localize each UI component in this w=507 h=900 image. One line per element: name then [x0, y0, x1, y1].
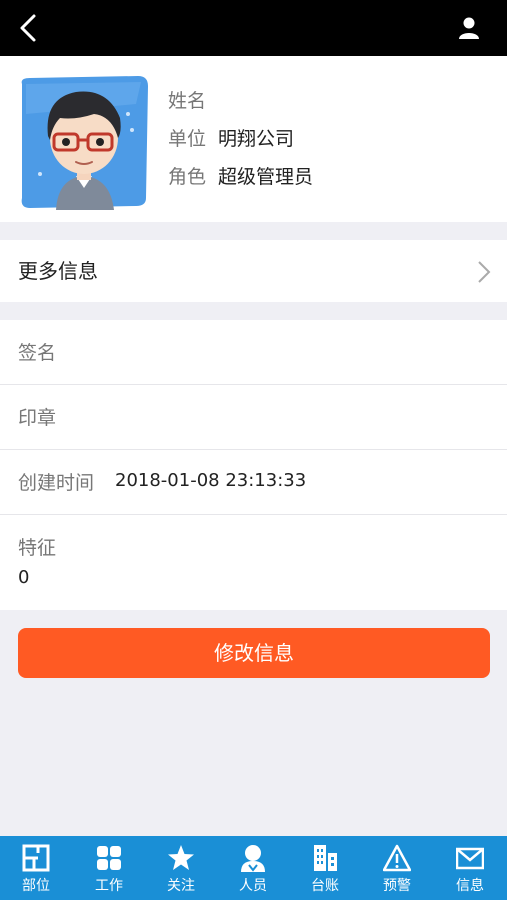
tab-messages[interactable]: 信息: [434, 836, 506, 900]
tab-label: 预警: [383, 878, 411, 894]
edit-info-button[interactable]: 修改信息: [18, 628, 490, 678]
tab-work[interactable]: 工作: [73, 836, 145, 900]
chevron-left-icon[interactable]: [14, 12, 44, 44]
stamp-row: 印章: [0, 385, 507, 450]
signature-label: 签名: [18, 342, 57, 364]
info-list: 签名 印章 创建时间 2018-01-08 23:13:33 特征 0: [0, 320, 507, 610]
feature-row: 特征 0: [0, 515, 507, 610]
created-time-row: 创建时间 2018-01-08 23:13:33: [0, 450, 507, 515]
tab-location[interactable]: 部位: [0, 836, 72, 900]
role-label: 角色: [168, 166, 207, 188]
tab-label: 部位: [22, 878, 50, 894]
unit-label: 单位: [168, 128, 207, 150]
tab-label: 信息: [456, 878, 484, 894]
person-icon[interactable]: [457, 16, 481, 40]
floorplan-icon: [22, 844, 50, 872]
tab-label: 人员: [239, 878, 267, 894]
feature-value: 0: [18, 567, 30, 588]
grid-icon: [97, 846, 121, 870]
more-info-label: 更多信息: [18, 259, 98, 283]
bottom-tab-bar: 部位 工作 关注 人员 台账 预警 信息: [0, 836, 507, 900]
star-icon: [168, 845, 194, 870]
name-label: 姓名: [168, 90, 207, 112]
warning-icon: [383, 844, 411, 872]
created-time-label: 创建时间: [18, 472, 95, 494]
unit-row: 单位 明翔公司: [168, 124, 294, 154]
stamp-label: 印章: [18, 407, 57, 429]
tab-label: 工作: [95, 878, 123, 894]
person-icon: [241, 845, 265, 872]
unit-value: 明翔公司: [218, 128, 295, 150]
mail-icon: [456, 847, 484, 870]
role-row: 角色 超级管理员: [168, 162, 313, 192]
name-row: 姓名: [168, 86, 218, 116]
created-time-value: 2018-01-08 23:13:33: [115, 470, 307, 491]
signature-row: 签名: [0, 320, 507, 385]
top-bar: [0, 0, 507, 56]
tab-warning[interactable]: 预警: [361, 836, 433, 900]
profile-card: 姓名 单位 明翔公司 角色 超级管理员: [0, 56, 507, 222]
tab-label: 台账: [311, 878, 339, 894]
avatar: [21, 76, 149, 210]
tab-people[interactable]: 人员: [217, 836, 289, 900]
role-value: 超级管理员: [218, 166, 314, 188]
more-info-row[interactable]: 更多信息: [0, 240, 507, 302]
tab-ledger[interactable]: 台账: [289, 836, 361, 900]
tab-follow[interactable]: 关注: [145, 836, 217, 900]
feature-label: 特征: [18, 537, 57, 559]
chevron-right-icon: [478, 261, 491, 283]
building-icon: [314, 845, 337, 871]
tab-label: 关注: [167, 878, 195, 894]
